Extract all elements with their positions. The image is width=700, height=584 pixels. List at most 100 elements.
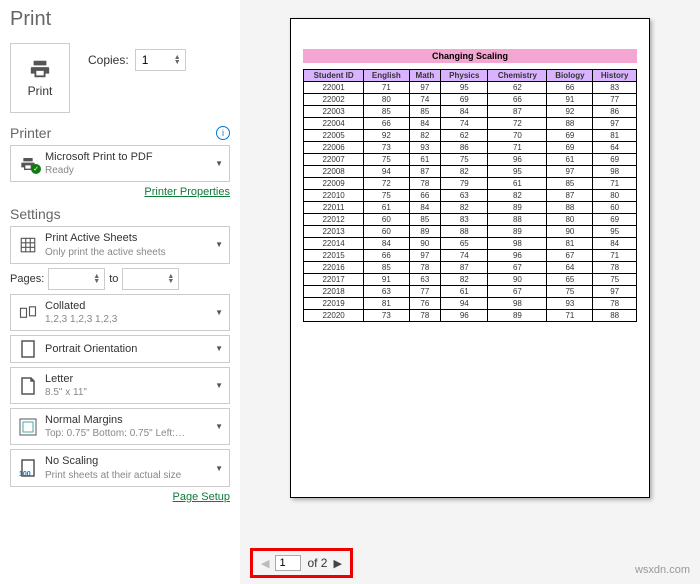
collate-select[interactable]: Collated 1,2,3 1,2,3 1,2,3 ▼ [10, 294, 230, 331]
table-cell: 62 [441, 130, 488, 142]
table-cell: 86 [593, 106, 637, 118]
margins-icon [19, 418, 37, 436]
printer-status: Ready [45, 164, 209, 177]
chevron-down-icon: ▼ [215, 344, 223, 353]
print-button-label: Print [28, 84, 53, 98]
chevron-down-icon[interactable]: ▼ [167, 279, 174, 284]
table-cell: 88 [547, 202, 593, 214]
table-cell: 79 [441, 178, 488, 190]
table-cell: 22002 [304, 94, 364, 106]
copies-stepper[interactable]: ▲▼ [135, 49, 186, 71]
table-cell: 22016 [304, 262, 364, 274]
info-icon[interactable]: i [216, 126, 230, 140]
table-cell: 69 [441, 94, 488, 106]
table-cell: 22003 [304, 106, 364, 118]
table-cell: 97 [547, 166, 593, 178]
next-page-button[interactable]: ▶ [333, 557, 341, 570]
table-cell: 84 [441, 106, 488, 118]
pages-to-stepper[interactable]: ▲▼ [122, 268, 179, 290]
printer-icon [27, 58, 53, 80]
table-cell: 97 [593, 118, 637, 130]
table-cell: 62 [488, 82, 547, 94]
current-page-input[interactable] [275, 555, 301, 571]
table-cell: 61 [409, 154, 441, 166]
table-cell: 83 [593, 82, 637, 94]
table-cell: 87 [409, 166, 441, 178]
table-cell: 85 [409, 214, 441, 226]
paper-main: Letter [45, 372, 209, 386]
paper-select[interactable]: Letter 8.5" x 11" ▼ [10, 367, 230, 404]
scaling-main: No Scaling [45, 454, 209, 468]
table-cell: 98 [488, 238, 547, 250]
table-cell: 81 [364, 298, 409, 310]
printer-select[interactable]: ✓ Microsoft Print to PDF Ready ▼ [10, 145, 230, 182]
table-cell: 75 [441, 154, 488, 166]
paper-sub: 8.5" x 11" [45, 386, 209, 399]
table-cell: 69 [547, 130, 593, 142]
table-cell: 78 [409, 310, 441, 322]
table-cell: 22014 [304, 238, 364, 250]
table-cell: 73 [364, 310, 409, 322]
table-header: Math [409, 70, 441, 82]
table-row: 22014849065988184 [304, 238, 637, 250]
table-cell: 22004 [304, 118, 364, 130]
chevron-down-icon[interactable]: ▼ [93, 279, 100, 284]
scaling-select[interactable]: 100 No Scaling Print sheets at their act… [10, 449, 230, 486]
table-cell: 72 [364, 178, 409, 190]
table-cell: 87 [488, 106, 547, 118]
table-cell: 84 [593, 238, 637, 250]
table-cell: 75 [364, 154, 409, 166]
table-cell: 74 [441, 250, 488, 262]
table-cell: 92 [364, 130, 409, 142]
orientation-select[interactable]: Portrait Orientation ▼ [10, 335, 230, 363]
print-what-select[interactable]: Print Active Sheets Only print the activ… [10, 226, 230, 263]
copies-input[interactable] [140, 52, 168, 68]
table-cell: 71 [593, 250, 637, 262]
table-cell: 61 [488, 178, 547, 190]
table-cell: 93 [409, 142, 441, 154]
check-icon: ✓ [31, 164, 41, 174]
pages-to-input[interactable] [127, 271, 161, 287]
table-row: 22002807469669177 [304, 94, 637, 106]
margins-select[interactable]: Normal Margins Top: 0.75" Bottom: 0.75" … [10, 408, 230, 445]
table-cell: 94 [364, 166, 409, 178]
print-what-sub: Only print the active sheets [45, 246, 209, 259]
table-cell: 82 [409, 130, 441, 142]
table-cell: 96 [441, 310, 488, 322]
table-cell: 91 [364, 274, 409, 286]
table-cell: 84 [409, 202, 441, 214]
table-cell: 72 [488, 118, 547, 130]
chevron-down-icon[interactable]: ▼ [174, 60, 181, 65]
table-cell: 75 [593, 274, 637, 286]
print-settings-pane: Print Print Copies: ▲▼ Printer i ✓ [0, 0, 240, 584]
prev-page-button[interactable]: ◀ [261, 557, 269, 570]
table-row: 22012608583888069 [304, 214, 637, 226]
page-setup-link[interactable]: Page Setup [10, 491, 230, 503]
pages-from-input[interactable] [53, 271, 87, 287]
table-row: 22010756663828780 [304, 190, 637, 202]
scaling-sub: Print sheets at their actual size [45, 469, 209, 482]
table-row: 22013608988899095 [304, 226, 637, 238]
table-cell: 70 [488, 130, 547, 142]
table-cell: 65 [441, 238, 488, 250]
table-cell: 81 [593, 130, 637, 142]
printer-properties-link[interactable]: Printer Properties [10, 186, 230, 198]
table-cell: 74 [441, 118, 488, 130]
table-cell: 74 [409, 94, 441, 106]
table-cell: 65 [547, 274, 593, 286]
table-cell: 61 [547, 154, 593, 166]
table-cell: 95 [441, 82, 488, 94]
table-cell: 90 [409, 238, 441, 250]
table-cell: 95 [593, 226, 637, 238]
table-cell: 85 [364, 262, 409, 274]
table-cell: 64 [593, 142, 637, 154]
table-cell: 90 [488, 274, 547, 286]
print-button[interactable]: Print [10, 43, 70, 113]
orientation-label: Portrait Orientation [45, 342, 209, 356]
table-cell: 92 [547, 106, 593, 118]
copies-label: Copies: [88, 53, 129, 67]
table-row: 22006739386716964 [304, 142, 637, 154]
pages-from-stepper[interactable]: ▲▼ [48, 268, 105, 290]
table-cell: 88 [547, 118, 593, 130]
table-header: Student ID [304, 70, 364, 82]
